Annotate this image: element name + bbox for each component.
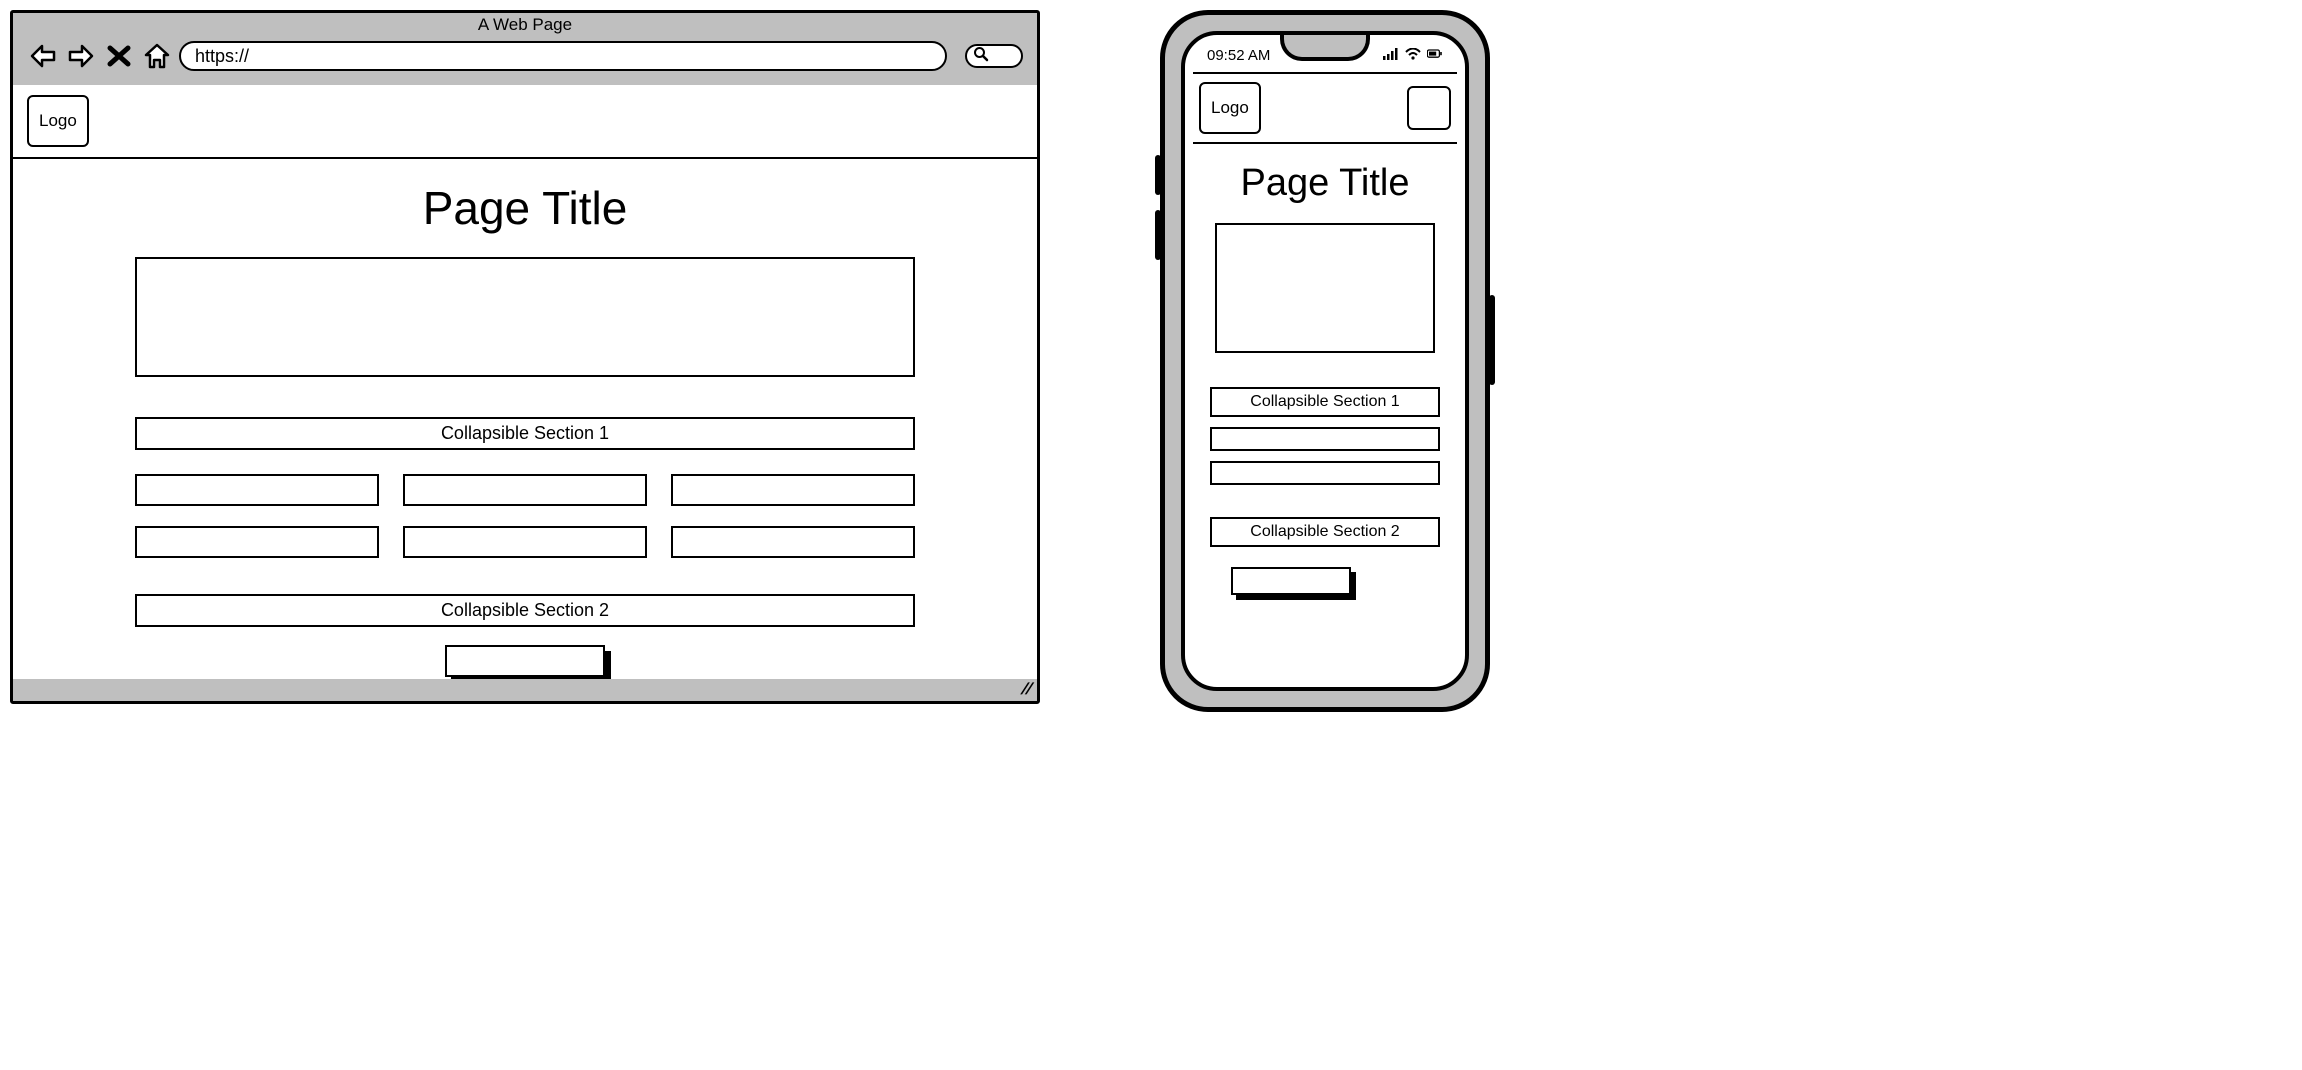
status-icons [1383, 47, 1443, 64]
resize-grip-icon[interactable]: // [1020, 681, 1034, 699]
content-grid [135, 474, 915, 558]
list-item[interactable] [1210, 461, 1440, 485]
grid-item[interactable] [671, 526, 915, 558]
logo[interactable]: Logo [27, 95, 89, 147]
status-time: 09:52 AM [1207, 47, 1270, 64]
phone-power-button[interactable] [1489, 295, 1495, 385]
collapsible-2-label: Collapsible Section 2 [441, 600, 609, 620]
primary-button[interactable] [1231, 567, 1351, 595]
logo-label: Logo [1211, 98, 1249, 117]
battery-icon [1427, 47, 1443, 64]
browser-window: A Web Page https:// Logo Page Title [10, 10, 1040, 704]
hero-placeholder [135, 257, 915, 377]
back-arrow-icon[interactable] [27, 41, 59, 71]
browser-toolbar: https:// [13, 35, 1037, 85]
wifi-icon [1405, 47, 1421, 64]
browser-titlebar: A Web Page [13, 13, 1037, 35]
collapsible-1-label: Collapsible Section 1 [441, 423, 609, 443]
phone-notch [1280, 31, 1370, 61]
url-bar[interactable]: https:// [179, 41, 947, 71]
phone-page-header: Logo [1193, 72, 1457, 144]
home-icon[interactable] [141, 41, 173, 71]
collapsible-section-1[interactable]: Collapsible Section 1 [1210, 387, 1440, 417]
search-pill[interactable] [965, 44, 1023, 68]
collapsible-section-2[interactable]: Collapsible Section 2 [1210, 517, 1440, 547]
logo[interactable]: Logo [1199, 82, 1261, 134]
window-title: A Web Page [478, 15, 572, 34]
phone-frame: 09:52 AM Logo Page Title [1160, 10, 1490, 712]
grid-item[interactable] [135, 526, 379, 558]
collapsible-2-label: Collapsible Section 2 [1250, 523, 1399, 540]
grid-item[interactable] [403, 526, 647, 558]
stop-icon[interactable] [103, 41, 135, 71]
collapsible-section-2[interactable]: Collapsible Section 2 [135, 594, 915, 627]
primary-button[interactable] [445, 645, 605, 677]
grid-item[interactable] [671, 474, 915, 506]
page-title: Page Title [1241, 162, 1410, 205]
signal-icon [1383, 47, 1399, 64]
list-item[interactable] [1210, 427, 1440, 451]
grid-item[interactable] [135, 474, 379, 506]
collapsible-1-label: Collapsible Section 1 [1250, 393, 1399, 410]
forward-arrow-icon[interactable] [65, 41, 97, 71]
browser-statusbar: // [13, 679, 1037, 701]
phone-page-body: Page Title Collapsible Section 1 Collaps… [1185, 144, 1465, 595]
url-text: https:// [195, 46, 249, 67]
page-title: Page Title [423, 181, 628, 235]
grid-item[interactable] [403, 474, 647, 506]
hero-placeholder [1215, 223, 1435, 353]
menu-button[interactable] [1407, 86, 1451, 130]
search-icon [973, 46, 989, 67]
phone-screen: 09:52 AM Logo Page Title [1181, 31, 1469, 691]
page-body: Page Title Collapsible Section 1 Collaps… [13, 159, 1037, 679]
collapsible-section-1[interactable]: Collapsible Section 1 [135, 417, 915, 450]
phone-volume-up-button[interactable] [1155, 155, 1161, 195]
phone-volume-down-button[interactable] [1155, 210, 1161, 260]
page-header: Logo [13, 85, 1037, 159]
logo-label: Logo [39, 111, 77, 130]
